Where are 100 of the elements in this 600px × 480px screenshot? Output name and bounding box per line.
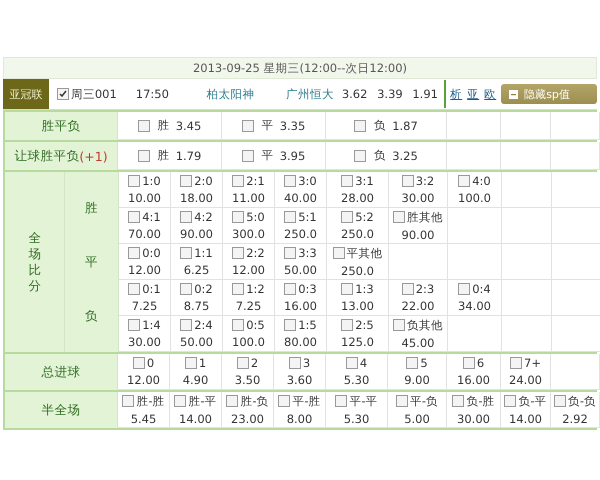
checkbox[interactable] bbox=[406, 357, 418, 369]
checkbox[interactable] bbox=[284, 247, 296, 259]
checkbox[interactable] bbox=[180, 283, 192, 295]
option-label: 负其他 bbox=[393, 318, 443, 332]
option-label: 5:1 bbox=[284, 210, 317, 224]
option-label: 0 bbox=[132, 356, 154, 370]
checkbox[interactable] bbox=[128, 247, 140, 259]
odds-value: 5.30 bbox=[344, 373, 370, 387]
checkbox[interactable] bbox=[138, 150, 150, 162]
checkbox[interactable] bbox=[341, 319, 354, 331]
checkbox[interactable] bbox=[554, 395, 566, 407]
checkbox[interactable] bbox=[354, 120, 366, 132]
checkbox[interactable] bbox=[284, 211, 296, 223]
checkbox[interactable] bbox=[341, 211, 354, 223]
checkbox[interactable] bbox=[232, 247, 244, 259]
checkbox[interactable] bbox=[452, 395, 464, 407]
checkbox[interactable] bbox=[341, 283, 354, 295]
option-label: 4 bbox=[346, 356, 368, 370]
checkbox[interactable] bbox=[180, 319, 192, 331]
checkbox[interactable] bbox=[232, 211, 244, 223]
odds-value: 250.0 bbox=[341, 264, 374, 278]
odds-value: 50.00 bbox=[180, 335, 213, 349]
checkbox[interactable] bbox=[128, 319, 140, 331]
option-label: 平 bbox=[262, 118, 274, 133]
checkbox[interactable] bbox=[510, 357, 522, 369]
checkbox[interactable] bbox=[396, 395, 408, 407]
checkbox[interactable] bbox=[504, 395, 516, 407]
league-badge: 亚冠联 bbox=[3, 79, 50, 109]
checkbox[interactable] bbox=[354, 150, 366, 162]
odds-value: 28.00 bbox=[341, 191, 374, 205]
option-label: 负 bbox=[374, 118, 386, 133]
checkbox[interactable] bbox=[226, 395, 238, 407]
option-label: 胜-平 bbox=[174, 394, 217, 408]
option-label: 0:3 bbox=[284, 282, 317, 296]
odds-value: 30.00 bbox=[457, 412, 490, 426]
checkbox[interactable] bbox=[332, 247, 344, 259]
odds-value: 3.62 bbox=[342, 87, 368, 101]
analysis-link[interactable]: 亚 bbox=[467, 86, 480, 102]
checkbox[interactable] bbox=[335, 395, 348, 407]
checkbox[interactable] bbox=[232, 283, 244, 295]
checkbox[interactable] bbox=[122, 395, 134, 407]
checkbox[interactable] bbox=[402, 283, 414, 295]
option-label: 1:4 bbox=[128, 318, 161, 332]
checkbox[interactable] bbox=[236, 357, 249, 369]
checkbox[interactable] bbox=[232, 319, 244, 331]
checkbox[interactable] bbox=[232, 175, 244, 187]
option-label: 胜其他 bbox=[393, 210, 443, 224]
minus-icon bbox=[509, 90, 518, 98]
option-label: 3:1 bbox=[341, 174, 374, 188]
option-label: 3:3 bbox=[284, 246, 317, 260]
option-label: 负-负 bbox=[554, 394, 596, 408]
home-team: 柏太阳神 bbox=[206, 86, 256, 102]
analysis-link[interactable]: 欧 bbox=[484, 86, 496, 102]
checkbox[interactable] bbox=[184, 357, 197, 369]
odds-value: 8.75 bbox=[184, 299, 210, 313]
option-label: 负-平 bbox=[504, 394, 547, 408]
odds-value: 7.25 bbox=[132, 299, 158, 313]
checkbox[interactable] bbox=[180, 211, 192, 223]
checkbox[interactable] bbox=[132, 357, 145, 369]
odds-value: 1.87 bbox=[392, 118, 418, 132]
option-label: 2:5 bbox=[341, 318, 374, 332]
checkbox[interactable] bbox=[284, 283, 296, 295]
checkbox[interactable] bbox=[138, 120, 150, 132]
checkbox[interactable] bbox=[128, 211, 140, 223]
option-label: 1:1 bbox=[180, 246, 213, 260]
checkbox[interactable] bbox=[180, 175, 192, 187]
option-label: 3:0 bbox=[284, 174, 317, 188]
odds-value: 40.00 bbox=[284, 191, 317, 205]
checkbox[interactable] bbox=[393, 319, 405, 331]
match-code: 周三001 bbox=[70, 86, 118, 102]
market-label: 胜平负 bbox=[5, 112, 118, 140]
odds-value: 12.00 bbox=[128, 263, 161, 277]
analysis-link[interactable]: 析 bbox=[450, 86, 462, 102]
checkbox[interactable] bbox=[462, 357, 475, 369]
checkbox[interactable] bbox=[346, 357, 358, 369]
checkbox[interactable] bbox=[402, 175, 414, 187]
checkbox[interactable] bbox=[242, 150, 254, 162]
odds-value: 70.00 bbox=[128, 227, 161, 241]
checkbox[interactable] bbox=[128, 175, 140, 187]
option-label: 4:0 bbox=[458, 174, 491, 188]
checkbox[interactable] bbox=[284, 319, 296, 331]
checkbox[interactable] bbox=[284, 175, 296, 187]
checkbox[interactable] bbox=[458, 283, 470, 295]
checkbox[interactable] bbox=[174, 395, 186, 407]
checkbox[interactable] bbox=[278, 395, 290, 407]
checkbox[interactable] bbox=[458, 175, 470, 187]
checkbox[interactable] bbox=[128, 283, 140, 295]
odds-value: 45.00 bbox=[402, 336, 434, 350]
odds-value: 13.00 bbox=[341, 299, 374, 313]
checkbox[interactable] bbox=[393, 211, 405, 223]
checkbox[interactable] bbox=[341, 175, 354, 187]
checkbox[interactable] bbox=[288, 357, 301, 369]
odds-value: 16.00 bbox=[457, 373, 490, 387]
option-label: 2 bbox=[236, 356, 258, 370]
option-label: 平-负 bbox=[396, 394, 438, 408]
option-label: 平其他 bbox=[332, 246, 382, 260]
checkbox[interactable] bbox=[56, 88, 69, 100]
odds-value: 30.00 bbox=[402, 191, 434, 205]
checkbox[interactable] bbox=[242, 120, 254, 132]
checkbox[interactable] bbox=[180, 247, 192, 259]
